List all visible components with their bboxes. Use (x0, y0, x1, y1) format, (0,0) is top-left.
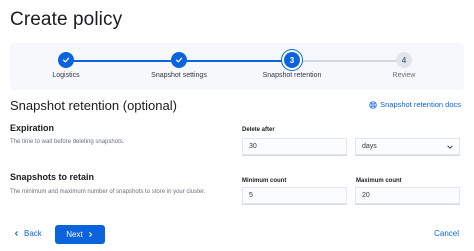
back-button-label: Back (24, 229, 42, 238)
maximum-count-label: Maximum count (356, 178, 402, 184)
step-connector-3-4 (292, 60, 404, 62)
help-circle-icon (369, 100, 377, 109)
expiration-unit-select[interactable]: days (355, 138, 460, 156)
step-label: Snapshot retention (262, 72, 322, 79)
next-button[interactable]: Next (55, 225, 105, 244)
step-number-circle: 4 (396, 52, 412, 68)
next-button-label: Next (66, 230, 83, 239)
delete-after-label: Delete after (242, 127, 275, 133)
cancel-button[interactable]: Cancel (434, 229, 459, 238)
chevron-left-icon (14, 231, 18, 236)
check-icon (175, 57, 183, 63)
snapshots-to-retain-title: Snapshots to retain (10, 172, 95, 182)
step-label: Logistics (52, 72, 80, 79)
step-complete-circle (58, 52, 74, 68)
check-icon (62, 57, 70, 63)
minimum-count-label: Minimum count (242, 178, 287, 184)
chevron-down-icon (447, 145, 453, 149)
back-button[interactable]: Back (13, 229, 42, 238)
step-connector-1-2 (66, 60, 179, 62)
step-complete-circle (171, 52, 187, 68)
expiration-description: The time to wait before deleting snapsho… (10, 139, 125, 145)
snapshots-to-retain-description: The minimum and maximum number of snapsh… (10, 189, 206, 195)
step-label: Snapshot settings (151, 72, 207, 79)
delete-after-input[interactable]: 30 (242, 138, 347, 156)
snapshot-retention-docs-link[interactable]: Snapshot retention docs (369, 100, 461, 109)
expiration-title: Expiration (10, 123, 55, 133)
step-label: Review (392, 72, 416, 79)
chevron-right-icon (88, 232, 92, 237)
step-connector-2-3 (179, 60, 292, 62)
docs-link-label: Snapshot retention docs (380, 100, 461, 109)
section-title: Snapshot retention (optional) (10, 98, 177, 113)
maximum-count-input[interactable]: 20 (355, 187, 460, 205)
step-number-circle: 3 (284, 52, 300, 68)
page-title: Create policy (10, 9, 123, 30)
steps-progress: Logistics Snapshot settings 3 Snapshot r… (10, 43, 464, 90)
expiration-unit-value: days (362, 143, 377, 150)
minimum-count-input[interactable]: 5 (242, 187, 347, 205)
